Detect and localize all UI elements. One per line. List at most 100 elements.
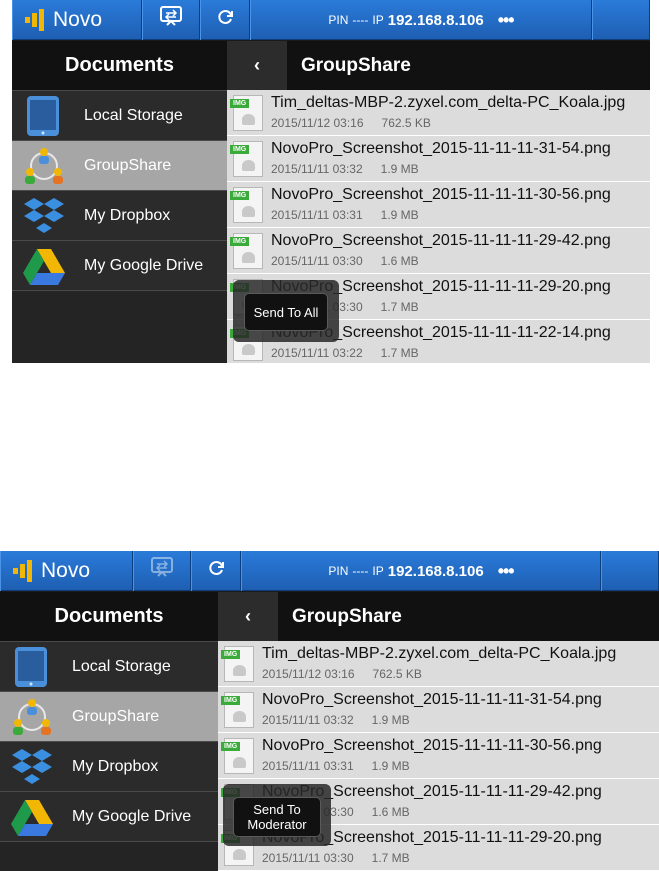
sidebar-item-label: My Dropbox <box>72 757 159 775</box>
file-name: NovoPro_Screenshot_2015-11-11-11-31-54.p… <box>271 140 611 157</box>
file-size: 1.6 MB <box>380 254 419 268</box>
sidebar-empty <box>12 290 227 363</box>
file-name: Tim_deltas-MBP-2.zyxel.com_delta-PC_Koal… <box>262 645 617 662</box>
sidebar-item-label: GroupShare <box>84 156 172 174</box>
file-row[interactable]: IMG NovoPro_Screenshot_2015-11-11-11-30-… <box>218 733 659 779</box>
image-file-icon: IMG <box>230 187 263 223</box>
file-meta: 2015/11/11 03:30 1.6 MB <box>271 254 419 268</box>
file-size: 1.9 MB <box>371 759 410 773</box>
google-drive-icon <box>10 797 54 837</box>
sidebar-item-dropbox[interactable]: My Dropbox <box>0 741 218 791</box>
file-name: NovoPro_Screenshot_2015-11-11-11-31-54.p… <box>262 691 602 708</box>
sidebar-item-groupshare[interactable]: GroupShare <box>0 691 218 741</box>
sidebar-item-local-storage[interactable]: Local Storage <box>12 90 227 140</box>
image-file-icon: IMG <box>221 738 254 774</box>
sidebar-item-label: My Google Drive <box>84 256 204 274</box>
ip-value: 192.168.8.106 <box>387 562 484 580</box>
file-row[interactable]: IMG Tim_deltas-MBP-2.zyxel.com_delta-PC_… <box>227 90 650 136</box>
file-meta: 2015/11/11 03:30 1.7 MB <box>262 851 410 865</box>
file-row[interactable]: IMG NovoPro_Screenshot_2015-11-11-11-31-… <box>218 687 659 733</box>
app-brand[interactable]: Novo <box>12 0 142 40</box>
content-title: GroupShare <box>301 54 411 76</box>
sidebar-item-label: Local Storage <box>84 106 183 124</box>
more-options-icon[interactable]: ••• <box>498 10 515 31</box>
image-file-icon: IMG <box>221 692 254 728</box>
dropbox-icon <box>22 196 66 236</box>
file-date: 2015/11/11 03:30 <box>271 254 363 268</box>
file-size: 1.9 MB <box>371 713 410 727</box>
pin-label: PIN <box>328 13 349 27</box>
novo-logo-icon <box>25 9 45 31</box>
file-name: NovoPro_Screenshot_2015-11-11-11-29-42.p… <box>271 232 611 249</box>
topbar-end <box>601 551 659 591</box>
presentation-icon <box>158 5 184 35</box>
ip-label: IP <box>372 13 384 27</box>
screenshot-send-to-all: Novo PIN ---- IP 192.168.8.106 ••• Docum… <box>12 0 650 363</box>
pin-value: ---- <box>352 564 369 578</box>
sidebar-title: Documents <box>12 41 227 90</box>
file-meta: 2015/11/11 03:31 1.9 MB <box>271 208 419 222</box>
topbar-end <box>592 0 650 40</box>
file-row[interactable]: IMG Tim_deltas-MBP-2.zyxel.com_delta-PC_… <box>218 641 659 687</box>
connection-status: PIN ---- IP 192.168.8.106 ••• <box>250 0 592 40</box>
send-to-all-button[interactable]: Send To All <box>244 293 328 331</box>
sidebar-item-dropbox[interactable]: My Dropbox <box>12 190 227 240</box>
file-size: 1.7 MB <box>371 851 410 865</box>
sidebar-title: Documents <box>0 592 218 641</box>
content-header: ‹ GroupShare <box>227 41 650 90</box>
back-button[interactable]: ‹ <box>227 41 287 90</box>
pin-value: ---- <box>352 13 369 27</box>
file-size: 762.5 KB <box>381 116 431 130</box>
send-to-moderator-button[interactable]: Send To Moderator <box>233 797 321 837</box>
novo-logo-icon <box>13 560 33 582</box>
file-size: 1.9 MB <box>380 208 419 222</box>
file-size: 1.7 MB <box>380 346 419 360</box>
refresh-button[interactable] <box>200 0 250 40</box>
file-size: 1.6 MB <box>371 805 410 819</box>
sidebar-item-google-drive[interactable]: My Google Drive <box>12 240 227 290</box>
file-date: 2015/11/11 03:30 <box>262 851 354 865</box>
screen-share-button[interactable] <box>133 551 191 591</box>
app-brand[interactable]: Novo <box>0 551 133 591</box>
google-drive-icon <box>22 246 66 286</box>
refresh-icon <box>206 558 226 584</box>
file-date: 2015/11/11 03:31 <box>262 759 354 773</box>
file-size: 1.9 MB <box>380 162 419 176</box>
presentation-icon <box>149 556 175 586</box>
content-title: GroupShare <box>292 605 402 627</box>
file-meta: 2015/11/12 03:16 762.5 KB <box>271 116 431 130</box>
file-date: 2015/11/11 03:32 <box>262 713 354 727</box>
sidebar-item-local-storage[interactable]: Local Storage <box>0 641 218 691</box>
sidebar-item-label: GroupShare <box>72 707 160 725</box>
file-size: 1.7 MB <box>380 300 419 314</box>
sidebar-item-groupshare[interactable]: GroupShare <box>12 140 227 190</box>
file-row[interactable]: IMG NovoPro_Screenshot_2015-11-11-11-29-… <box>227 228 650 274</box>
file-meta: 2015/11/11 03:32 1.9 MB <box>271 162 419 176</box>
connection-status: PIN ---- IP 192.168.8.106 ••• <box>241 551 601 591</box>
refresh-icon <box>215 7 235 33</box>
app-name: Novo <box>41 559 91 582</box>
file-row[interactable]: IMG NovoPro_Screenshot_2015-11-11-11-30-… <box>227 182 650 228</box>
group-share-icon <box>22 146 66 186</box>
content-header: ‹ GroupShare <box>218 592 659 641</box>
sidebar-item-label: My Dropbox <box>84 206 171 224</box>
sidebar-item-label: Local Storage <box>72 657 171 675</box>
back-button[interactable]: ‹ <box>218 592 278 641</box>
tablet-icon <box>22 95 66 136</box>
more-options-icon[interactable]: ••• <box>498 561 515 582</box>
screen-share-button[interactable] <box>142 0 200 40</box>
file-date: 2015/11/11 03:31 <box>271 208 363 222</box>
screenshot-send-to-moderator: Novo PIN ---- IP 192.168.8.106 ••• Docum… <box>0 551 659 871</box>
sidebar-item-label: My Google Drive <box>72 807 192 825</box>
file-meta: 2015/11/11 03:32 1.9 MB <box>262 713 410 727</box>
file-row[interactable]: IMG NovoPro_Screenshot_2015-11-11-11-31-… <box>227 136 650 182</box>
tablet-icon <box>10 646 54 687</box>
sidebar-item-google-drive[interactable]: My Google Drive <box>0 791 218 841</box>
refresh-button[interactable] <box>191 551 241 591</box>
image-file-icon: IMG <box>221 646 254 682</box>
dropbox-icon <box>10 747 54 787</box>
ip-label: IP <box>372 564 384 578</box>
file-name: Tim_deltas-MBP-2.zyxel.com_delta-PC_Koal… <box>271 94 626 111</box>
image-file-icon: IMG <box>230 141 263 177</box>
file-meta: 2015/11/11 03:22 1.7 MB <box>271 346 419 360</box>
